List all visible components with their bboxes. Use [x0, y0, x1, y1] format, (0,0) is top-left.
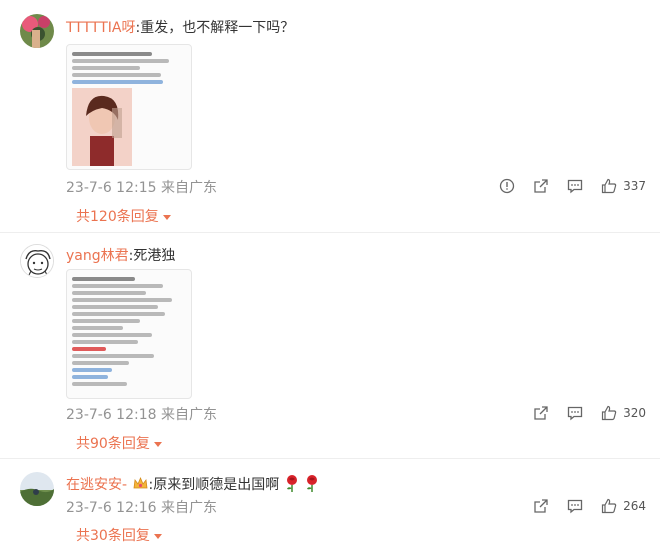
action-bar: 320	[519, 405, 646, 421]
comment-text: :重发，也不解释一下吗？	[135, 20, 295, 36]
crown-emoji	[133, 476, 147, 489]
timestamp: 23-7-6 12:18	[66, 407, 157, 423]
comment-button[interactable]	[567, 178, 583, 194]
share-button[interactable]	[533, 405, 549, 421]
rose-emoji	[286, 475, 297, 492]
comment-text: :死港独	[128, 248, 176, 264]
share-icon	[534, 179, 548, 193]
share-icon	[534, 499, 548, 513]
comment-item: yang林君:死港独 23-7-6 12:18 来自广东 320 共90条回复	[0, 232, 660, 462]
comment-text: :原来到顺德是出国啊	[148, 477, 280, 493]
timestamp: 23-7-6 12:16	[66, 500, 157, 516]
username-link[interactable]: 在逃安安-	[66, 477, 127, 493]
comment-icon	[567, 179, 583, 194]
comment-image[interactable]	[66, 44, 192, 170]
share-icon	[534, 406, 548, 420]
like-button[interactable]: 264	[601, 498, 646, 514]
like-button[interactable]: 337	[601, 178, 646, 194]
action-bar: 264	[519, 498, 646, 514]
action-bar: 337	[485, 178, 646, 194]
like-count: 264	[623, 499, 646, 513]
view-replies-link[interactable]: 共30条回复	[76, 527, 162, 545]
like-icon	[601, 498, 617, 514]
chevron-down-icon	[153, 533, 162, 539]
reply-count: 共90条回复	[76, 436, 150, 452]
username-link[interactable]: TTTTTIA呀	[66, 20, 135, 36]
username-link[interactable]: yang林君	[66, 248, 129, 264]
comment-meta: 23-7-6 12:16 来自广东	[66, 499, 217, 517]
timestamp: 23-7-6 12:15	[66, 180, 157, 196]
comment-button[interactable]	[567, 498, 583, 514]
like-count: 337	[623, 179, 646, 193]
chevron-down-icon	[162, 214, 171, 220]
share-button[interactable]	[533, 498, 549, 514]
comment-meta: 23-7-6 12:15 来自广东	[66, 179, 217, 197]
location: 来自广东	[160, 500, 217, 516]
view-replies-link[interactable]: 共90条回复	[76, 435, 162, 453]
like-icon	[601, 178, 617, 194]
like-icon	[601, 405, 617, 421]
comment-icon	[567, 499, 583, 514]
report-icon	[499, 178, 515, 194]
chevron-down-icon	[153, 441, 162, 447]
comment-button[interactable]	[567, 405, 583, 421]
comment-line: TTTTTIA呀:重发，也不解释一下吗？	[66, 19, 294, 37]
reply-count: 共120条回复	[76, 209, 159, 225]
view-replies-link[interactable]: 共120条回复	[76, 208, 171, 226]
report-button[interactable]	[499, 178, 515, 194]
reply-count: 共30条回复	[76, 528, 150, 544]
like-count: 320	[623, 406, 646, 420]
comment-meta: 23-7-6 12:18 来自广东	[66, 406, 217, 424]
share-button[interactable]	[533, 178, 549, 194]
comment-item: 在逃安安- :原来到顺德是出国啊 23-7-6 12:16 来自广东 264 共…	[0, 458, 660, 545]
like-button[interactable]: 320	[601, 405, 646, 421]
avatar[interactable]	[20, 472, 54, 506]
comment-image[interactable]	[66, 269, 192, 399]
comment-line: yang林君:死港独	[66, 247, 175, 265]
location: 来自广东	[160, 180, 217, 196]
avatar[interactable]	[20, 14, 54, 48]
rose-emoji	[307, 475, 318, 492]
avatar[interactable]	[20, 244, 54, 278]
comment-item: TTTTTIA呀:重发，也不解释一下吗？ 23-7-6 12:15 来自广东 3…	[0, 0, 660, 230]
comment-line: 在逃安安- :原来到顺德是出国啊	[66, 474, 320, 494]
location: 来自广东	[160, 407, 217, 423]
comment-icon	[567, 406, 583, 421]
